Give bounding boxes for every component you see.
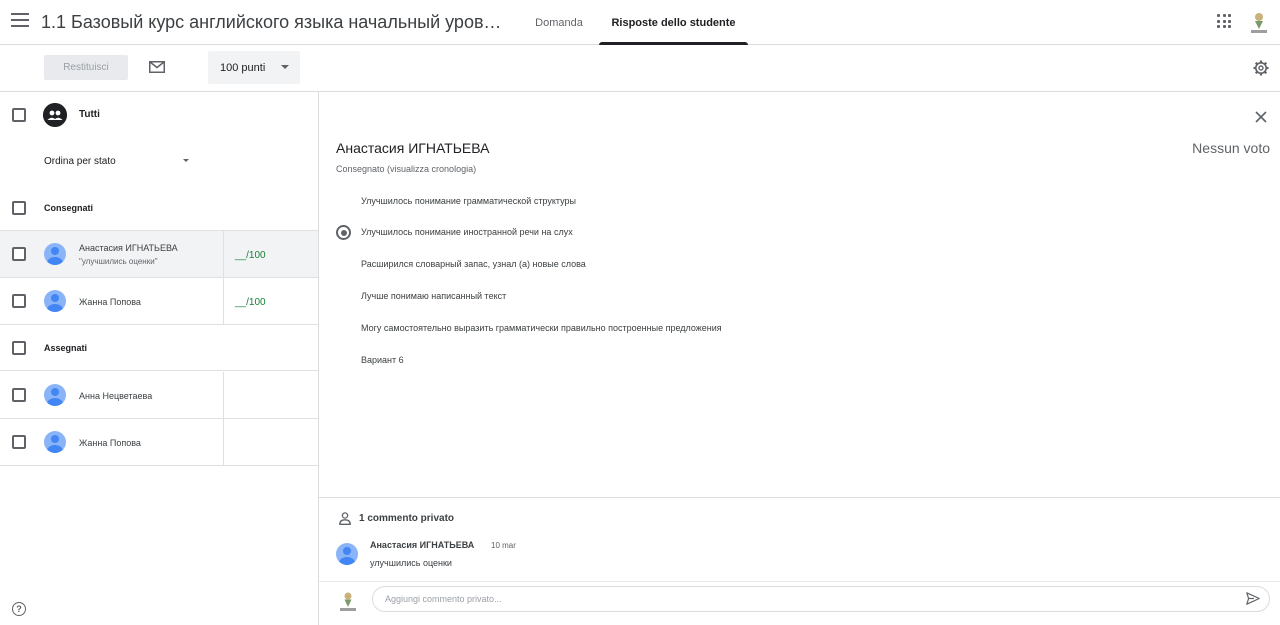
- divider: [223, 419, 224, 465]
- option-label: Вариант 6: [361, 355, 404, 365]
- radio-selected-icon: [336, 225, 351, 240]
- student-row[interactable]: Жанна Попова __/100: [0, 278, 318, 325]
- tab-risposte-studente[interactable]: Risposte dello studente: [599, 0, 748, 45]
- avatar: [44, 290, 66, 312]
- student-name: Анастасия ИГНАТЬЕВА: [79, 243, 178, 253]
- answer-option: Могу самостоятельно выразить грамматичес…: [336, 320, 936, 338]
- profile-logo-icon: [340, 592, 356, 611]
- answer-option: Расширился словарный запас, узнал (а) но…: [336, 256, 936, 274]
- comment-author: Анастасия ИГНАТЬЕВА: [370, 540, 475, 550]
- section-label: Consegnati: [44, 203, 94, 213]
- option-label: Могу самостоятельно выразить грамматичес…: [361, 323, 722, 333]
- answer-option: Улучшилось понимание грамматической стру…: [336, 193, 936, 211]
- student-name: Жанна Попова: [79, 438, 141, 448]
- student-row[interactable]: Жанна Попова: [0, 419, 318, 466]
- student-title: Анастасия ИГНАТЬЕВА: [336, 140, 490, 156]
- comment-text: улучшились оценки: [370, 558, 452, 568]
- menu-icon[interactable]: [11, 13, 29, 27]
- answer-option: Лучше понимаю написанный текст: [336, 288, 936, 306]
- gear-icon[interactable]: [1253, 60, 1269, 76]
- send-icon[interactable]: [1246, 592, 1260, 605]
- mail-icon[interactable]: [149, 61, 165, 73]
- student-row[interactable]: Анастасия ИГНАТЬЕВА "улучшились оценки" …: [0, 231, 318, 278]
- answer-option: Улучшилось понимание иностранной речи на…: [336, 224, 936, 242]
- divider: [223, 231, 224, 277]
- divider: [223, 372, 224, 418]
- tab-domanda[interactable]: Domanda: [520, 0, 598, 45]
- divider: [223, 278, 224, 324]
- student-checkbox[interactable]: [12, 247, 26, 261]
- student-checkbox[interactable]: [12, 294, 26, 308]
- student-name: Анна Нецветаева: [79, 391, 153, 401]
- student-checkbox[interactable]: [12, 388, 26, 402]
- profile-logo-icon[interactable]: [1246, 9, 1272, 35]
- avatar: [44, 431, 66, 453]
- all-students-label: Tutti: [79, 109, 100, 120]
- private-comments-section: 1 commento privato Анастасия ИГНАТЬЕВА 1…: [319, 497, 1280, 582]
- avatar: [44, 243, 66, 265]
- student-checkbox[interactable]: [12, 435, 26, 449]
- section-checkbox[interactable]: [12, 201, 26, 215]
- student-note: "улучшились оценки": [79, 257, 158, 266]
- group-icon: [43, 103, 67, 127]
- grade-status: Nessun voto: [1192, 140, 1270, 156]
- student-list-panel: Tutti Ordina per stato Consegnati Анаста…: [0, 92, 319, 625]
- option-label: Лучше понимаю написанный текст: [361, 291, 507, 301]
- chevron-down-icon: [183, 159, 189, 162]
- select-all-checkbox[interactable]: [12, 108, 26, 122]
- close-icon[interactable]: [1254, 110, 1268, 124]
- status-history-link[interactable]: Consegnato (visualizza cronologia): [336, 164, 476, 174]
- all-students-row: Tutti: [0, 92, 318, 138]
- return-button[interactable]: Restituisci: [44, 55, 128, 80]
- page-title: 1.1 Базовый курс английского языка начал…: [41, 12, 511, 32]
- section-checkbox[interactable]: [12, 341, 26, 355]
- grade-field[interactable]: __/100: [235, 250, 266, 261]
- section-label: Assegnati: [44, 343, 88, 353]
- option-label: Расширился словарный запас, узнал (а) но…: [361, 259, 586, 269]
- comment-input-row: [319, 582, 1280, 625]
- section-assegnati: Assegnati: [0, 325, 318, 371]
- help-icon[interactable]: ?: [12, 602, 26, 616]
- student-name: Жанна Попова: [79, 297, 141, 307]
- person-icon: [339, 512, 351, 525]
- points-select[interactable]: 100 punti: [208, 51, 300, 84]
- grade-field[interactable]: __/100: [235, 297, 266, 308]
- answer-option: Вариант 6: [336, 352, 936, 370]
- apps-grid-icon[interactable]: [1217, 14, 1231, 28]
- option-label: Улучшилось понимание грамматической стру…: [361, 196, 576, 206]
- avatar: [336, 543, 358, 565]
- private-comment-input[interactable]: [372, 586, 1270, 612]
- sort-select[interactable]: Ordina per stato: [44, 149, 194, 173]
- option-label: Улучшилось понимание иностранной речи на…: [361, 227, 573, 237]
- section-consegnati: Consegnati: [0, 185, 318, 231]
- toolbar: Restituisci 100 punti: [0, 45, 1280, 92]
- comment-date: 10 mar: [491, 541, 516, 550]
- student-row[interactable]: Анна Нецветаева: [0, 372, 318, 419]
- student-detail-panel: Анастасия ИГНАТЬЕВА Consegnato (visualiz…: [319, 92, 1280, 625]
- chevron-down-icon: [281, 65, 289, 69]
- avatar: [44, 384, 66, 406]
- comment-count: 1 commento privato: [359, 513, 455, 524]
- top-bar: 1.1 Базовый курс английского языка начал…: [0, 0, 1280, 45]
- points-value: 100 punti: [220, 61, 266, 74]
- sort-label: Ordina per stato: [44, 155, 116, 167]
